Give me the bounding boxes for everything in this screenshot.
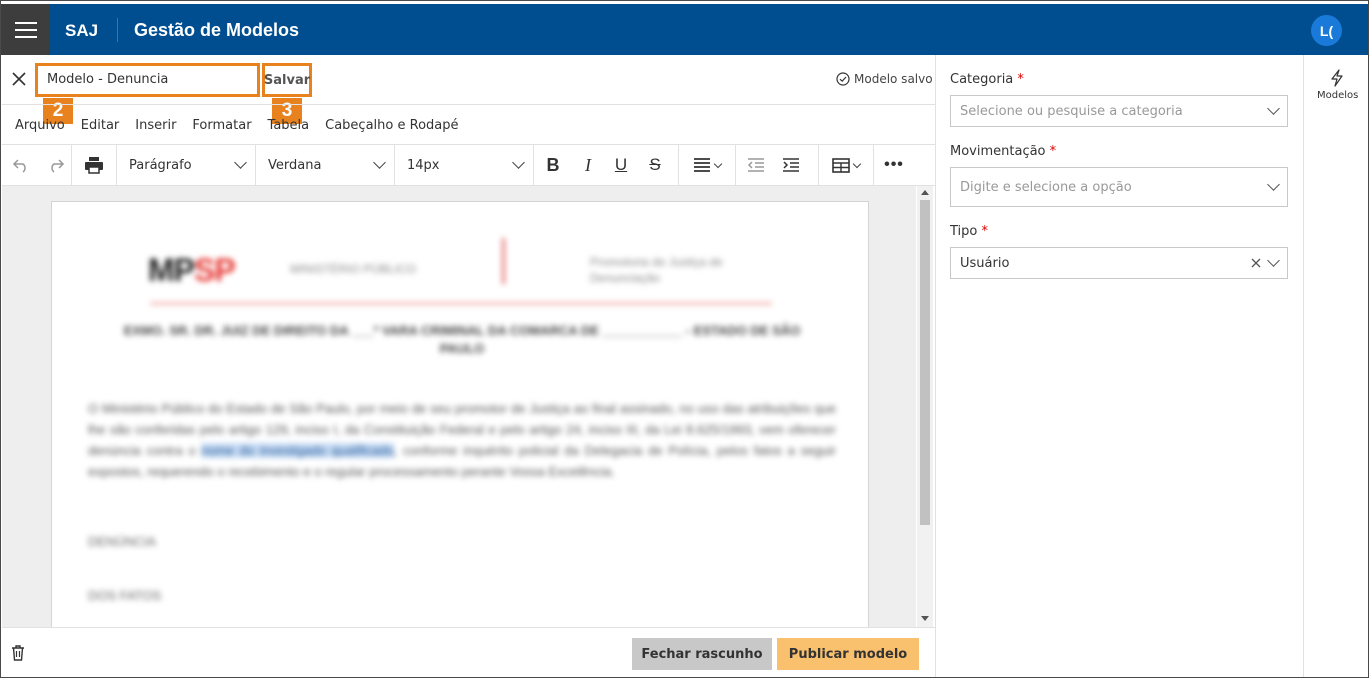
chevron-down-icon bbox=[512, 156, 525, 169]
movimentacao-placeholder: Digite e selecione a opção bbox=[960, 179, 1132, 195]
align-icon[interactable] bbox=[679, 145, 735, 185]
chevron-down-icon bbox=[1267, 178, 1280, 191]
close-draft-button[interactable]: Fechar rascunho bbox=[632, 638, 772, 670]
more-icon[interactable]: ••• bbox=[874, 145, 914, 185]
brand-logo[interactable]: SAJ bbox=[65, 21, 98, 41]
save-status: Modelo salvo bbox=[836, 72, 933, 86]
chevron-down-icon bbox=[1267, 254, 1280, 267]
chevron-down-icon bbox=[852, 159, 862, 168]
chevron-down-icon bbox=[713, 159, 723, 168]
tipo-value: Usuário bbox=[960, 255, 1010, 271]
editor-menubar: Arquivo Editar Inserir Formatar Tabela C… bbox=[15, 118, 475, 133]
document-heading: EXMO. SR. DR. JUIZ DE DIREITO DA ___ª VA… bbox=[123, 323, 801, 356]
chevron-down-icon bbox=[234, 156, 247, 169]
font-family-select[interactable]: Verdana bbox=[256, 145, 394, 185]
font-family-value: Verdana bbox=[268, 157, 322, 173]
chevron-down-icon bbox=[373, 156, 386, 169]
top-bar: SAJ Gestão de Modelos L( bbox=[1, 4, 1368, 55]
divider bbox=[2, 104, 935, 105]
divider bbox=[2, 627, 935, 628]
document-logo: MPSP bbox=[148, 252, 236, 288]
document-header-right: Promotoria de Justiça de Denunciação bbox=[590, 255, 723, 285]
block-format-select[interactable]: Parágrafo bbox=[117, 145, 255, 185]
close-icon[interactable] bbox=[10, 70, 28, 88]
document-paragraph: DOS FATOS bbox=[88, 588, 162, 603]
panel-divider bbox=[935, 55, 936, 677]
scroll-down-icon[interactable] bbox=[921, 616, 929, 621]
document-paragraph: DENÚNCIA bbox=[88, 534, 156, 549]
categoria-select[interactable]: Selecione ou pesquise a categoria bbox=[950, 95, 1288, 127]
menu-editar[interactable]: Editar bbox=[81, 118, 120, 133]
models-panel-label: Modelos bbox=[1317, 90, 1359, 101]
movimentacao-label: Movimentação * bbox=[950, 144, 1057, 159]
chevron-down-icon bbox=[1267, 102, 1280, 115]
scroll-up-icon[interactable] bbox=[921, 190, 929, 195]
document-page[interactable]: MPSP MINISTÉRIO PÚBLICO Promotoria de Ju… bbox=[51, 201, 869, 627]
lightning-icon bbox=[1331, 69, 1343, 87]
bold-icon[interactable]: B bbox=[534, 145, 572, 185]
undo-icon[interactable] bbox=[1, 145, 41, 185]
strikethrough-icon[interactable]: S bbox=[638, 145, 672, 185]
clear-icon[interactable] bbox=[1251, 258, 1261, 268]
document-logo-subtitle: MINISTÉRIO PÚBLICO bbox=[290, 262, 417, 276]
outdent-icon[interactable] bbox=[736, 145, 776, 185]
block-format-value: Parágrafo bbox=[129, 157, 192, 173]
font-size-select[interactable]: 14px bbox=[395, 145, 533, 185]
categoria-label: Categoria * bbox=[950, 72, 1024, 87]
editor-scrollbar[interactable] bbox=[917, 186, 933, 627]
table-icon[interactable] bbox=[819, 145, 873, 185]
font-size-value: 14px bbox=[407, 157, 440, 173]
tipo-select[interactable]: Usuário bbox=[950, 247, 1288, 279]
menu-formatar[interactable]: Formatar bbox=[192, 118, 251, 133]
menu-arquivo[interactable]: Arquivo bbox=[15, 118, 65, 133]
menu-inserir[interactable]: Inserir bbox=[135, 118, 176, 133]
scrollbar-thumb[interactable] bbox=[920, 200, 930, 525]
italic-icon[interactable]: I bbox=[572, 145, 604, 185]
save-button[interactable]: Salvar bbox=[262, 63, 312, 97]
categoria-placeholder: Selecione ou pesquise a categoria bbox=[960, 103, 1183, 119]
page-title: Gestão de Modelos bbox=[134, 20, 300, 40]
models-panel-button[interactable]: Modelos bbox=[1317, 69, 1359, 101]
panel-divider bbox=[1303, 55, 1304, 677]
menu-cabecalho-rodape[interactable]: Cabeçalho e Rodapé bbox=[325, 118, 458, 133]
check-circle-icon bbox=[836, 72, 850, 86]
publish-model-button[interactable]: Publicar modelo bbox=[777, 638, 919, 670]
editor-toolbar: Parágrafo Verdana 14px B I U S ••• bbox=[1, 145, 935, 185]
user-avatar[interactable]: L( bbox=[1311, 15, 1342, 46]
document-body: O Ministério Público do Estado de São Pa… bbox=[88, 401, 837, 479]
header-divider bbox=[117, 18, 118, 42]
app-window: SAJ Gestão de Modelos L( Modelo - Denunc… bbox=[0, 0, 1369, 678]
print-icon[interactable] bbox=[72, 145, 116, 185]
menu-tabela[interactable]: Tabela bbox=[268, 118, 310, 133]
save-status-text: Modelo salvo bbox=[854, 72, 933, 86]
header-rule bbox=[150, 302, 772, 305]
tipo-label: Tipo * bbox=[950, 224, 988, 239]
underline-icon[interactable]: U bbox=[604, 145, 638, 185]
movimentacao-select[interactable]: Digite e selecione a opção bbox=[950, 167, 1288, 207]
trash-icon[interactable] bbox=[11, 645, 25, 661]
model-name-input[interactable]: Modelo - Denuncia bbox=[35, 63, 260, 97]
logo-divider bbox=[502, 238, 505, 284]
hamburger-menu-icon[interactable] bbox=[2, 4, 50, 55]
indent-icon[interactable] bbox=[776, 145, 806, 185]
redo-icon[interactable] bbox=[41, 145, 71, 185]
